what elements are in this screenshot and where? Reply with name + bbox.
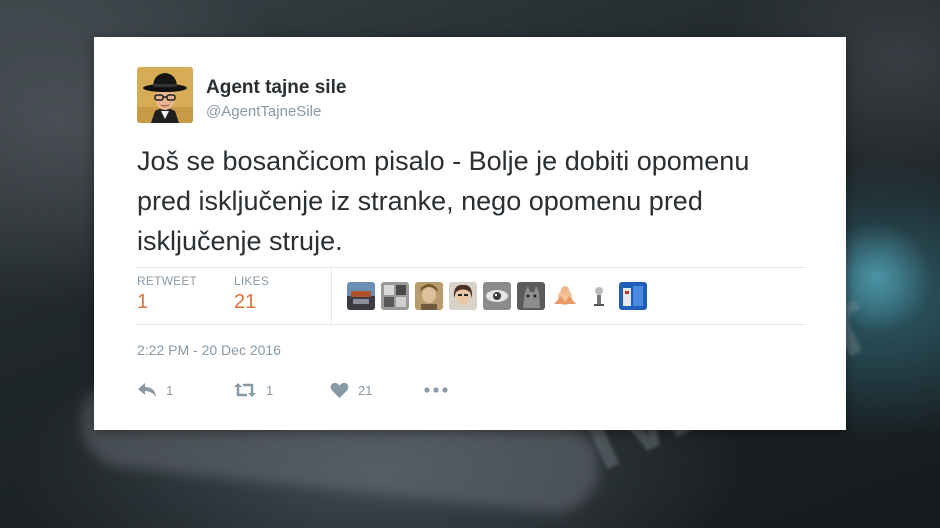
likes-stat[interactable]: LIKES 21	[234, 274, 269, 314]
user-handle[interactable]: @AgentTajneSile	[206, 103, 321, 120]
liker-avatar-1[interactable]	[347, 282, 375, 310]
liker-avatar-5[interactable]	[483, 282, 511, 310]
liker-avatar-7[interactable]	[551, 282, 579, 310]
retweet-stat-count: 1	[137, 291, 149, 313]
user-display-name[interactable]: Agent tajne sile	[206, 77, 346, 99]
reply-button[interactable]: 1	[137, 375, 173, 405]
reply-count: 1	[166, 382, 174, 398]
liker-avatar-4[interactable]	[449, 282, 477, 310]
retweet-action-count: 1	[266, 382, 274, 398]
user-avatar[interactable]	[137, 67, 193, 123]
liker-avatar-2[interactable]	[381, 282, 409, 310]
retweet-icon	[233, 382, 257, 398]
tweet-text: Još se bosančicom pisalo - Bolje je dobi…	[137, 146, 750, 256]
more-button[interactable]	[424, 375, 448, 405]
liker-avatar-6[interactable]	[517, 282, 545, 310]
like-button[interactable]: 21	[330, 375, 372, 405]
retweet-stat-label: RETWEET	[137, 274, 198, 288]
reply-icon	[137, 382, 157, 398]
heart-icon	[330, 382, 349, 399]
more-icon	[424, 387, 448, 393]
stats-divider	[331, 268, 332, 324]
liker-avatar-3[interactable]	[415, 282, 443, 310]
likes-stat-count: 21	[234, 291, 257, 313]
liker-avatar-9[interactable]	[619, 282, 647, 310]
retweet-stat[interactable]: RETWEET 1	[137, 274, 197, 314]
liker-avatar-8[interactable]	[585, 282, 613, 310]
like-action-count: 21	[358, 382, 373, 398]
tweet-card: Agent tajne sile @AgentTajneSile Još se …	[94, 37, 846, 430]
tweet-stats: RETWEET 1 LIKES 21	[137, 267, 804, 325]
tweet-actions: 1 1 21	[137, 375, 537, 405]
retweet-button[interactable]: 1	[233, 375, 273, 405]
likes-stat-label: LIKES	[234, 274, 270, 288]
tweet-timestamp[interactable]: 2:22 PM - 20 Dec 2016	[137, 342, 281, 358]
